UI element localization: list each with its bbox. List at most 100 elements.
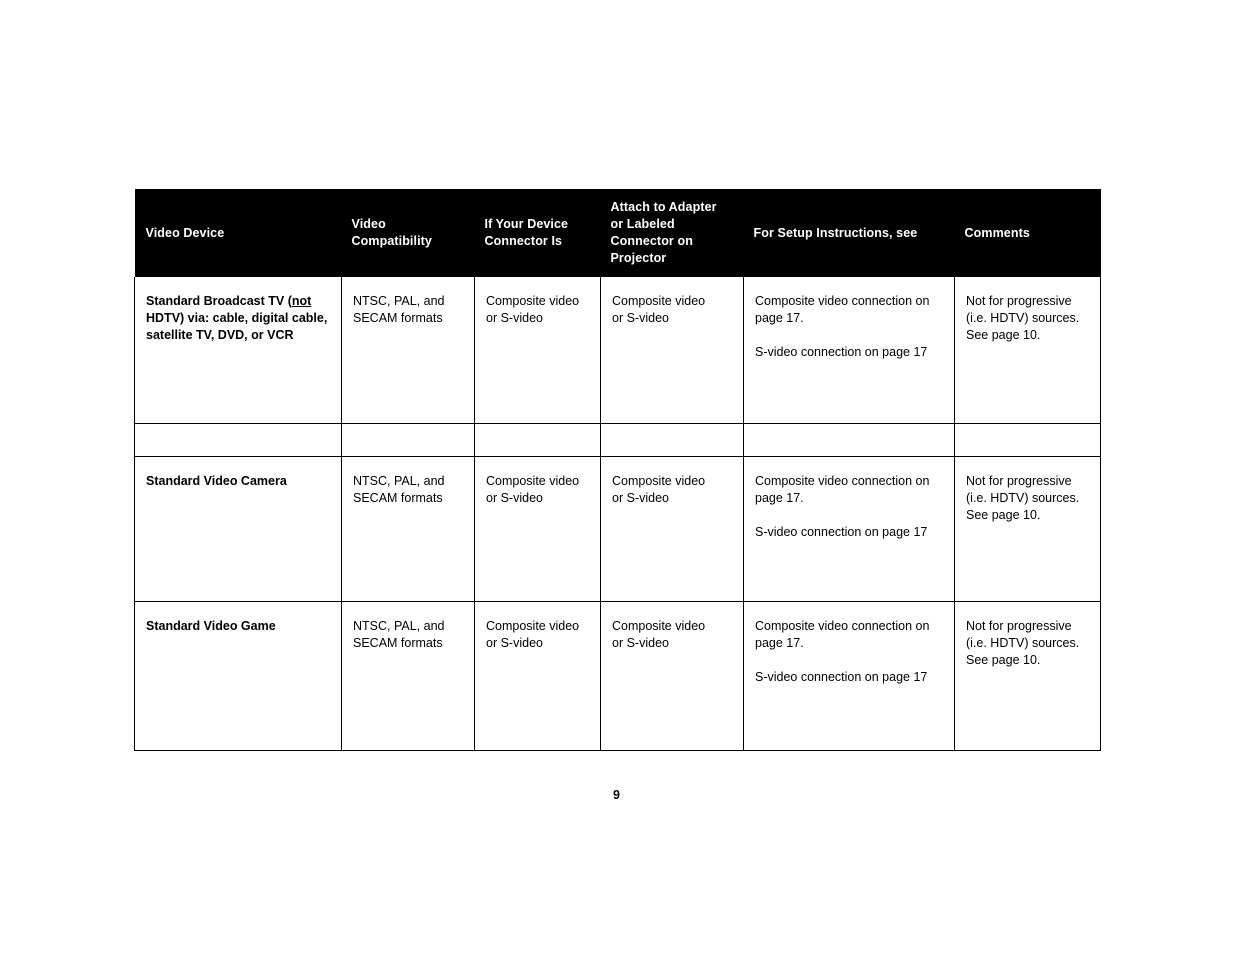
row-separator-cell [134, 423, 342, 456]
device-name: Standard Video Camera [146, 473, 287, 488]
page-number: 9 [0, 788, 1235, 802]
cell-line: Composite video [486, 473, 580, 488]
column-header-comments: Comments [954, 189, 1101, 277]
cell-line: Composite video [486, 618, 580, 633]
cell-line: (i.e. HDTV) sources. [966, 635, 1080, 650]
device-name-emphasis: not [291, 294, 312, 308]
device-name-suffix: HDTV) via: cable, digital cable, satelli… [146, 311, 328, 342]
cell-line: (i.e. HDTV) sources. [966, 311, 1080, 325]
header-line: Connector on [610, 234, 693, 248]
row-separator-cell [474, 423, 601, 456]
column-header-video-compatibility: Video Compatibility [341, 189, 475, 277]
setup-block-composite: Composite video connection on page 17. [755, 618, 942, 652]
table-row: Standard Video Game NTSC, PAL, and SECAM… [134, 601, 1101, 751]
cell-line: See page 10. [966, 507, 1041, 522]
cell-video-device: Standard Broadcast TV (not HDTV) via: ca… [134, 277, 342, 424]
header-line: Connector Is [484, 234, 563, 248]
cell-line: Composite video [486, 294, 580, 308]
cell-line: or S-video [612, 311, 669, 325]
setup-block-svideo: S-video connection on page 17 [755, 669, 942, 686]
setup-block-svideo: S-video connection on page 17 [755, 524, 942, 541]
header-line: Video Device [145, 225, 225, 240]
row-separator [134, 423, 1101, 456]
cell-line: page 17. [755, 635, 804, 650]
cell-line: SECAM formats [353, 490, 443, 505]
table-row: Standard Broadcast TV (not HDTV) via: ca… [134, 277, 1101, 424]
setup-block-composite: Composite video connection on page 17. [755, 293, 942, 327]
cell-line: page 17. [755, 311, 804, 325]
cell-video-device: Standard Video Camera [134, 455, 342, 602]
column-header-attach-to-adapter-or-labeled-connector-on-projector: Attach to Adapter or Labeled Connector o… [600, 189, 744, 277]
cell-attach-to-connector: Composite video or S-video [600, 601, 744, 751]
table-body: Standard Broadcast TV (not HDTV) via: ca… [134, 277, 1101, 751]
cell-line: NTSC, PAL, and [353, 618, 445, 633]
cell-line: NTSC, PAL, and [353, 294, 445, 308]
document-page: Video Device Video Compatibility If Your… [0, 0, 1235, 954]
column-header-for-setup-instructions-see: For Setup Instructions, see [743, 189, 955, 277]
cell-video-compatibility: NTSC, PAL, and SECAM formats [341, 455, 475, 602]
cell-line: NTSC, PAL, and [353, 473, 445, 488]
cell-attach-to-connector: Composite video or S-video [600, 455, 744, 602]
header-line: For Setup Instructions, see [753, 225, 918, 240]
header-line: or Labeled [610, 217, 675, 231]
table-header: Video Device Video Compatibility If Your… [134, 189, 1101, 277]
cell-line: page 17. [755, 490, 804, 505]
cell-video-compatibility: NTSC, PAL, and SECAM formats [341, 601, 475, 751]
cell-setup-instructions: Composite video connection on page 17. S… [743, 601, 955, 751]
cell-setup-instructions: Composite video connection on page 17. S… [743, 455, 955, 602]
cell-line: SECAM formats [353, 311, 443, 325]
cell-line: Composite video connection on [755, 294, 930, 308]
setup-block-composite: Composite video connection on page 17. [755, 473, 942, 507]
cell-comments: Not for progressive (i.e. HDTV) sources.… [954, 455, 1101, 602]
video-device-compatibility-table: Video Device Video Compatibility If Your… [134, 189, 1101, 751]
device-name: Standard Video Game [146, 618, 276, 633]
cell-device-connector: Composite video or S-video [474, 601, 601, 751]
cell-attach-to-connector: Composite video or S-video [600, 277, 744, 424]
cell-line: (i.e. HDTV) sources. [966, 490, 1080, 505]
cell-line: Not for progressive [966, 618, 1072, 633]
cell-line: or S-video [486, 311, 543, 325]
cell-line: See page 10. [966, 652, 1041, 667]
device-name-prefix: Standard Broadcast TV ( [146, 294, 292, 308]
page-number-value: 9 [613, 788, 620, 802]
header-line: If Your Device [484, 217, 569, 231]
cell-line: or S-video [486, 635, 543, 650]
cell-line: See page 10. [966, 328, 1041, 342]
row-separator-cell [743, 423, 955, 456]
cell-line: Composite video connection on [755, 473, 930, 488]
header-line: Projector [610, 251, 667, 265]
cell-line: SECAM formats [353, 635, 443, 650]
cell-device-connector: Composite video or S-video [474, 277, 601, 424]
cell-line: Composite video [612, 618, 706, 633]
device-name: Standard Broadcast TV (not HDTV) via: ca… [146, 294, 327, 342]
cell-line: Composite video [612, 294, 706, 308]
row-separator-cell [341, 423, 475, 456]
cell-line: or S-video [612, 635, 669, 650]
cell-video-device: Standard Video Game [134, 601, 342, 751]
cell-line: S-video connection on page 17 [755, 669, 928, 684]
cell-device-connector: Composite video or S-video [474, 455, 601, 602]
cell-line: S-video connection on page 17 [755, 345, 928, 359]
column-header-video-device: Video Device [134, 189, 342, 277]
table-header-row: Video Device Video Compatibility If Your… [134, 189, 1101, 277]
cell-video-compatibility: NTSC, PAL, and SECAM formats [341, 277, 475, 424]
header-line: Video [351, 217, 386, 231]
row-separator-cell [600, 423, 744, 456]
header-line: Comments [964, 225, 1030, 240]
column-header-if-your-device-connector-is: If Your Device Connector Is [474, 189, 601, 277]
header-line: Compatibility [351, 234, 432, 248]
cell-line: Not for progressive [966, 473, 1072, 488]
cell-line: or S-video [486, 490, 543, 505]
setup-block-svideo: S-video connection on page 17 [755, 344, 942, 361]
cell-comments: Not for progressive (i.e. HDTV) sources.… [954, 601, 1101, 751]
table-row: Standard Video Camera NTSC, PAL, and SEC… [134, 455, 1101, 602]
row-separator-cell [954, 423, 1101, 456]
header-line: Attach to Adapter [610, 200, 717, 214]
cell-line: Composite video connection on [755, 618, 930, 633]
cell-line: Composite video [612, 473, 706, 488]
cell-line: or S-video [612, 490, 669, 505]
cell-line: Not for progressive [966, 294, 1072, 308]
cell-line: S-video connection on page 17 [755, 524, 928, 539]
cell-comments: Not for progressive (i.e. HDTV) sources.… [954, 277, 1101, 424]
cell-setup-instructions: Composite video connection on page 17. S… [743, 277, 955, 424]
